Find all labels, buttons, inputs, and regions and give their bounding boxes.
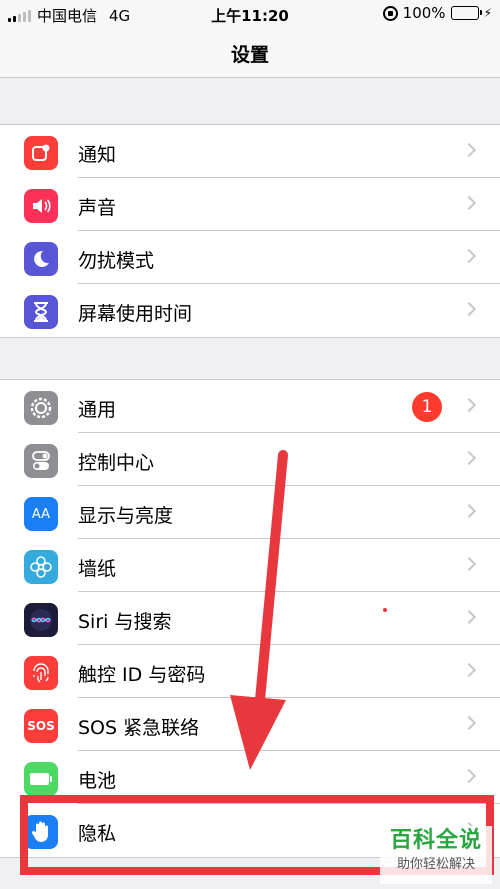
settings-row-label: SOS 紧急联络	[78, 717, 200, 739]
settings-row-notifications[interactable]: 通知	[0, 125, 500, 178]
chevron-right-icon	[461, 715, 477, 731]
settings-row-display-brightness[interactable]: AA 显示与亮度	[0, 486, 500, 539]
flower-icon	[24, 550, 58, 584]
navigation-bar: 设置	[0, 28, 500, 78]
chevron-right-icon	[461, 301, 477, 317]
settings-row-label: 屏幕使用时间	[78, 303, 193, 325]
sos-icon: SOS	[24, 709, 58, 743]
chevron-right-icon	[461, 609, 477, 625]
moon-icon	[24, 242, 58, 276]
hourglass-icon	[24, 295, 58, 329]
watermark-sub: 助你轻松解决	[396, 857, 475, 872]
chevron-right-icon	[461, 142, 477, 158]
settings-row-label: 通知	[78, 144, 117, 166]
settings-row-control-center[interactable]: 控制中心	[0, 433, 500, 486]
settings-row-general[interactable]: 通用 1	[0, 380, 500, 433]
watermark-main: 百科全说	[389, 828, 482, 853]
toggle-switches-icon	[24, 444, 58, 478]
settings-row-label: 声音	[78, 197, 117, 219]
battery-percent: 100%	[402, 4, 446, 22]
chevron-right-icon	[461, 195, 477, 211]
battery-icon	[24, 762, 58, 796]
settings-row-label: 触控 ID 与密码	[78, 664, 206, 686]
settings-row-emergency-sos[interactable]: SOS SOS 紧急联络	[0, 698, 500, 751]
chevron-right-icon	[461, 662, 477, 678]
chevron-right-icon	[461, 397, 477, 413]
siri-icon	[24, 603, 58, 637]
page-title: 设置	[230, 44, 269, 66]
battery-icon	[450, 6, 482, 20]
settings-row-label: 墙纸	[78, 558, 117, 580]
notification-badge: 1	[412, 392, 442, 422]
settings-row-label: 控制中心	[78, 452, 155, 474]
fingerprint-icon	[24, 656, 58, 690]
charging-bolt-icon: ⚡	[483, 6, 492, 20]
status-right: 100% ⚡	[382, 4, 492, 22]
gear-icon	[24, 391, 58, 425]
settings-row-siri-search[interactable]: Siri 与搜索	[0, 592, 500, 645]
watermark: 百科全说 助你轻松解决	[380, 826, 492, 884]
settings-row-do-not-disturb[interactable]: 勿扰模式	[0, 231, 500, 284]
settings-row-wallpaper[interactable]: 墙纸	[0, 539, 500, 592]
settings-row-label: 勿扰模式	[78, 250, 155, 272]
chevron-right-icon	[461, 768, 477, 784]
settings-group-2: 通用 1 控制中心 AA 显示与亮度 墙纸 Siri 与搜索 触控 ID 与密码…	[0, 379, 500, 858]
settings-row-label: 电池	[78, 770, 117, 792]
settings-row-label: Siri 与搜索	[78, 611, 172, 633]
chevron-right-icon	[461, 556, 477, 572]
chevron-right-icon	[461, 503, 477, 519]
status-bar: 中国电信 4G 上午11:20 100% ⚡	[0, 0, 500, 28]
settings-row-screen-time[interactable]: 屏幕使用时间	[0, 284, 500, 337]
sounds-icon	[24, 189, 58, 223]
annotation-dot	[383, 608, 387, 612]
settings-row-label: 显示与亮度	[78, 505, 174, 527]
settings-row-label: 通用	[78, 399, 117, 421]
settings-row-touch-id-passcode[interactable]: 触控 ID 与密码	[0, 645, 500, 698]
notifications-icon	[24, 136, 58, 170]
chevron-right-icon	[461, 248, 477, 264]
orientation-lock-icon	[382, 5, 398, 21]
chevron-right-icon	[461, 450, 477, 466]
settings-group-1: 通知 声音 勿扰模式 屏幕使用时间	[0, 124, 500, 338]
settings-row-sounds[interactable]: 声音	[0, 178, 500, 231]
aa-text-icon: AA	[24, 497, 58, 531]
